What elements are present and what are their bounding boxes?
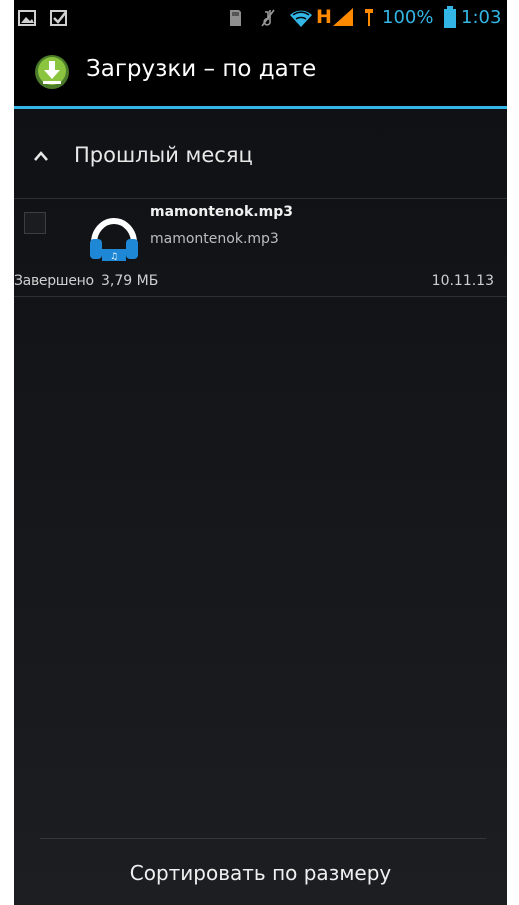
section-header[interactable]: Прошлый месяц xyxy=(14,128,507,188)
sort-by-size-button[interactable]: Сортировать по размеру xyxy=(14,840,507,905)
battery-percent: 100% xyxy=(382,7,434,28)
item-divider xyxy=(14,296,507,297)
action-bar-underline xyxy=(14,106,507,109)
svg-text:♫: ♫ xyxy=(110,252,118,262)
item-checkbox[interactable] xyxy=(24,212,46,234)
item-date: 10.11.13 xyxy=(431,273,494,289)
item-filename-secondary: mamontenok.mp3 xyxy=(150,231,279,247)
action-bar-title[interactable]: Загрузки – по дате xyxy=(86,56,316,82)
network-type-label: H xyxy=(316,6,332,28)
muted-icon xyxy=(261,9,275,27)
action-bar: Загрузки – по дате xyxy=(14,36,507,106)
status-bar: H 100% 1:03 xyxy=(14,0,507,36)
wifi-icon xyxy=(290,10,312,27)
image-icon xyxy=(18,10,36,26)
checkbox-notification-icon xyxy=(50,10,67,26)
sd-card-icon xyxy=(230,10,241,26)
screen: H 100% 1:03 Загрузки – по дате Прошлый м… xyxy=(14,0,507,905)
item-status: Завершено xyxy=(14,273,94,289)
item-filename: mamontenok.mp3 xyxy=(150,204,293,220)
usb-icon xyxy=(365,9,373,26)
download-list-item[interactable]: ♫ mamontenok.mp3 mamontenok.mp3 Завершен… xyxy=(14,199,507,297)
item-size: 3,79 МБ xyxy=(101,273,159,289)
bottom-divider xyxy=(40,838,486,839)
download-icon[interactable] xyxy=(34,54,70,90)
headphones-audio-icon: ♫ xyxy=(90,218,138,262)
section-title: Прошлый месяц xyxy=(74,143,253,167)
battery-icon xyxy=(444,6,456,28)
signal-icon xyxy=(333,8,353,26)
clock: 1:03 xyxy=(461,7,502,28)
chevron-up-icon[interactable] xyxy=(33,150,49,162)
